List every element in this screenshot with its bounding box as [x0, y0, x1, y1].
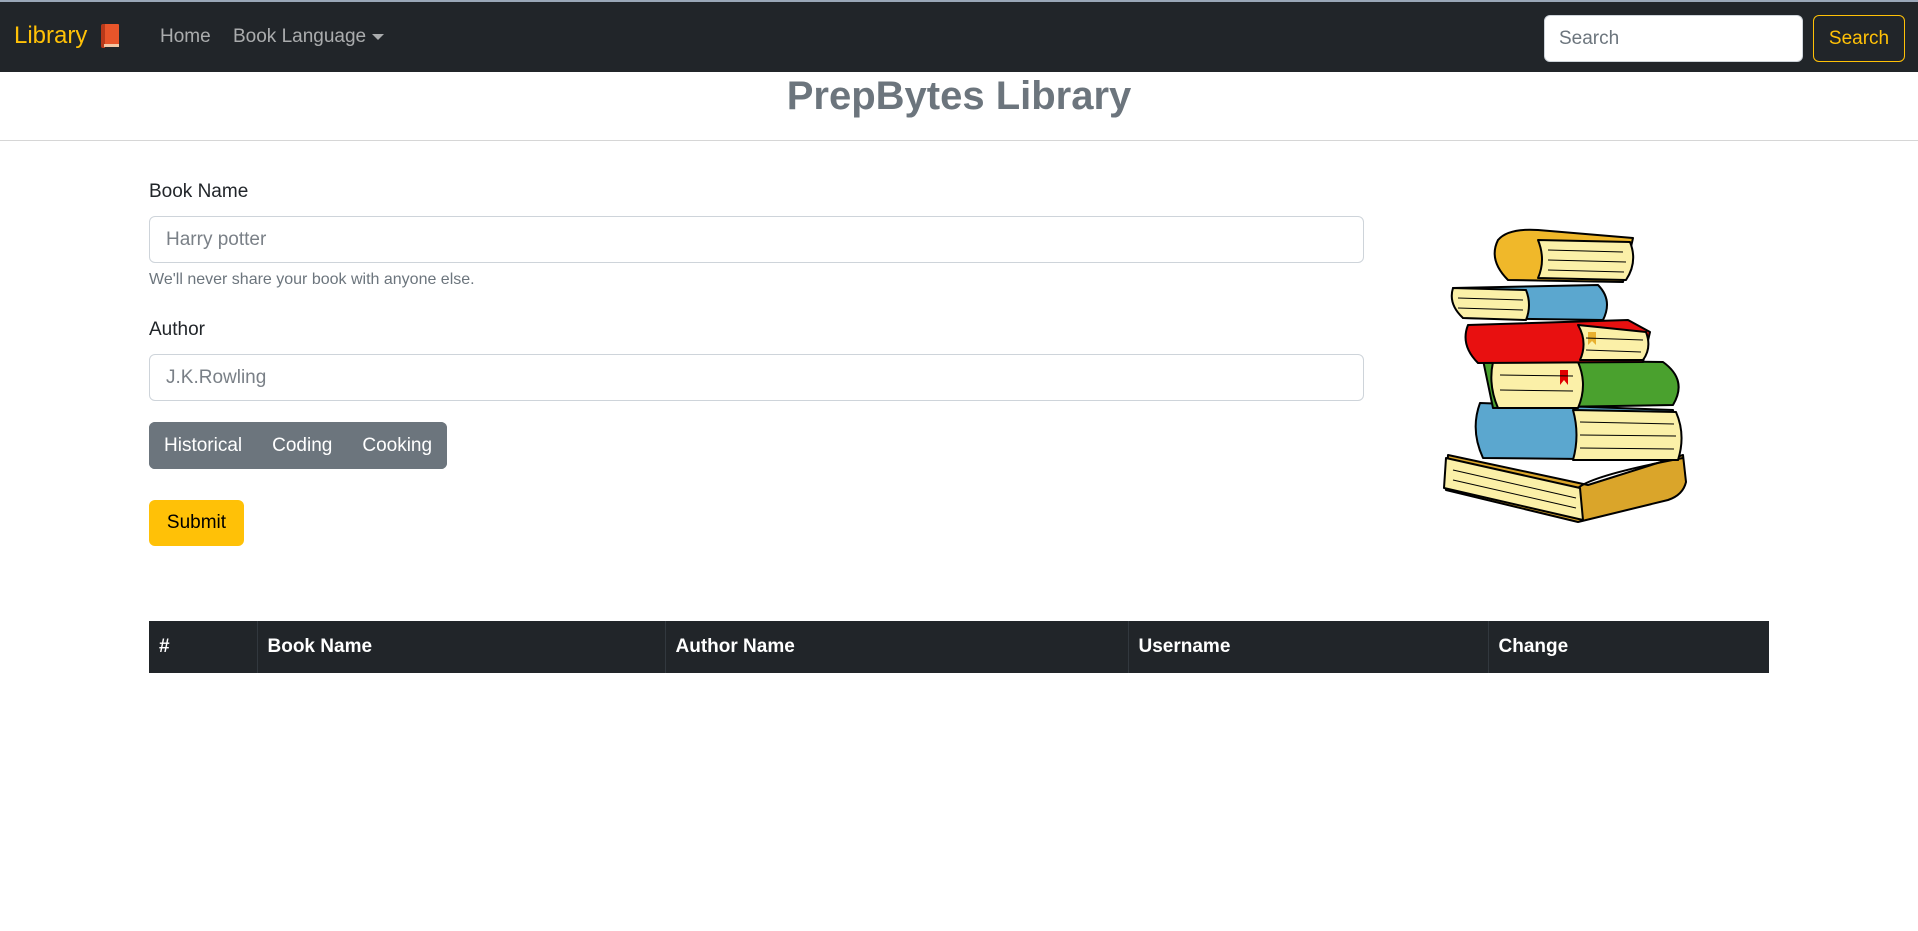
table-header-author-name: Author Name	[664, 621, 1128, 673]
table-header-index: #	[149, 621, 257, 673]
table-header-row: # Book Name Author Name Username Change	[149, 621, 1769, 673]
brand-link[interactable]: Library	[14, 22, 120, 50]
page-title: PrepBytes Library	[786, 74, 1132, 118]
author-field[interactable]	[149, 354, 1364, 401]
author-label: Author	[149, 319, 205, 340]
category-historical-button[interactable]: Historical	[149, 422, 258, 469]
table-header-username: Username	[1127, 621, 1488, 673]
caret-down-icon	[372, 34, 385, 40]
brand-text: Library	[14, 22, 88, 49]
books-table: # Book Name Author Name Username Change	[149, 621, 1769, 673]
book-name-field[interactable]	[149, 216, 1364, 263]
category-cooking-button[interactable]: Cooking	[347, 422, 448, 469]
category-coding-button[interactable]: Coding	[257, 422, 348, 469]
book-name-label: Book Name	[149, 181, 249, 202]
nav-book-language-label: Book Language	[233, 26, 367, 47]
header-divider	[0, 140, 1918, 141]
book-icon	[101, 24, 120, 48]
submit-button[interactable]: Submit	[149, 500, 244, 546]
nav-home[interactable]: Home	[160, 26, 211, 48]
book-help-text: We'll never share your book with anyone …	[149, 271, 475, 288]
stack-of-books-icon	[1443, 228, 1687, 523]
category-button-group: Historical Coding Cooking	[149, 422, 448, 469]
nav-book-language-dropdown[interactable]: Book Language	[233, 26, 385, 48]
navbar: Library Home Book Language Search	[0, 0, 1918, 72]
table-header-change: Change	[1487, 621, 1769, 673]
search-input[interactable]	[1544, 15, 1803, 62]
search-button[interactable]: Search	[1813, 15, 1905, 62]
table-header-book-name: Book Name	[256, 621, 665, 673]
